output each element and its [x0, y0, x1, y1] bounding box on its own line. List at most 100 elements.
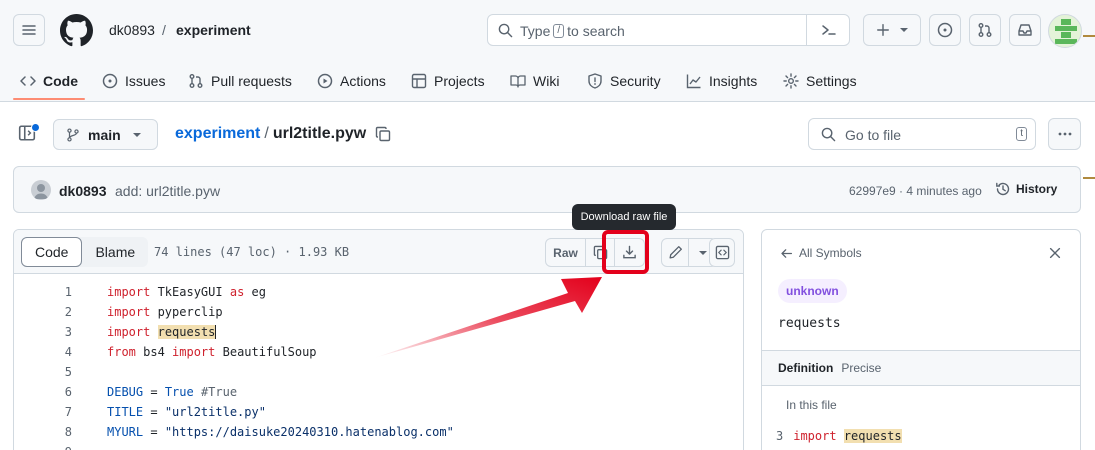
menu-button[interactable] [13, 14, 45, 46]
reference-symbol: requests [843, 429, 902, 443]
code-view-button[interactable]: Code [21, 237, 83, 267]
hamburger-icon [22, 25, 36, 35]
pull-requests-button[interactable] [969, 14, 1001, 46]
tab-wiki[interactable]: Wiki [510, 60, 559, 102]
gear-icon [783, 73, 799, 89]
code-token: eg [244, 285, 266, 299]
issues-button[interactable] [929, 14, 961, 46]
blame-view-button[interactable]: Blame [82, 237, 148, 267]
global-search-input[interactable]: Type / to search [487, 14, 850, 46]
shield-icon [588, 73, 602, 89]
code-token: DEBUG [107, 385, 144, 399]
inbox-button[interactable] [1009, 14, 1041, 46]
breadcrumb-owner[interactable]: dk0893 [109, 22, 155, 38]
person-icon [34, 184, 48, 199]
user-avatar[interactable] [1048, 14, 1082, 48]
breadcrumb-repo[interactable]: experiment [176, 22, 251, 38]
command-palette-button[interactable] [806, 15, 850, 45]
more-options-button[interactable] [1048, 118, 1081, 150]
all-symbols-label: All Symbols [799, 246, 862, 260]
line-number[interactable]: 3 [14, 325, 72, 339]
all-symbols-link[interactable]: All Symbols [780, 246, 862, 260]
tab-pull-requests-label: Pull requests [211, 73, 292, 89]
branch-name: main [88, 126, 121, 143]
code-token: "https://daisuke20240310.hatenablog.com" [164, 425, 454, 439]
edge-decoration [1083, 177, 1095, 179]
in-this-file-label: In this file [786, 398, 837, 412]
close-symbols-button[interactable] [1048, 246, 1062, 260]
pull-request-icon [189, 74, 203, 88]
symbols-panel-button[interactable] [709, 238, 735, 267]
line-source: import TkEasyGUI as eg [107, 285, 266, 299]
edit-file-button[interactable] [662, 239, 689, 266]
triangle-down-icon [900, 28, 908, 32]
tab-insights[interactable]: Insights [686, 60, 757, 102]
line-number[interactable]: 8 [14, 425, 72, 439]
table-icon [411, 73, 427, 89]
search-shortcut-key: / [553, 24, 565, 38]
issue-icon [102, 73, 118, 89]
close-icon [1049, 247, 1061, 259]
commit-message[interactable]: add: url2title.pyw [115, 183, 220, 199]
line-number[interactable]: 1 [14, 285, 72, 299]
commit-author-avatar[interactable] [31, 180, 51, 200]
code-line: 8 MYURL = "https://daisuke20240310.hatena… [14, 422, 743, 442]
tab-code-label: Code [43, 73, 78, 89]
tab-pull-requests[interactable]: Pull requests [188, 60, 292, 102]
tab-settings[interactable]: Settings [783, 60, 857, 102]
edge-decoration [1083, 35, 1095, 37]
code-token: import [172, 345, 216, 359]
tab-security-label: Security [610, 73, 661, 89]
go-to-file-placeholder: Go to file [845, 127, 902, 143]
github-logo[interactable] [60, 14, 93, 47]
tab-security[interactable]: Security [587, 60, 661, 102]
go-to-file-shortcut: t [1016, 127, 1027, 141]
definition-section: Definition Precise [762, 350, 1080, 386]
code-token: requests [157, 325, 217, 339]
tab-actions[interactable]: Actions [317, 60, 386, 102]
path-repo-link[interactable]: experiment [175, 125, 260, 143]
history-button[interactable]: History [995, 181, 1057, 197]
code-token: import [107, 285, 151, 299]
code-line: 6 DEBUG = True #True [14, 382, 743, 402]
code-token: = [143, 425, 165, 439]
graph-icon [686, 74, 701, 89]
path-separator: / [264, 125, 269, 142]
commit-sha-time[interactable]: 62997e9 · 4 minutes ago [849, 184, 982, 198]
file-stats: 74 lines (47 loc) · 1.93 KB [154, 245, 350, 259]
branch-selector[interactable]: main [53, 119, 158, 150]
line-source: DEBUG = True #True [107, 385, 237, 399]
symbol-reference[interactable]: 3 import requests [776, 429, 902, 443]
tab-issues[interactable]: Issues [102, 60, 165, 102]
line-number[interactable]: 4 [14, 345, 72, 359]
line-number[interactable]: 7 [14, 405, 72, 419]
plus-icon [877, 24, 889, 36]
line-number[interactable]: 9 [14, 445, 72, 450]
terminal-icon [821, 25, 836, 35]
arrow-left-icon [781, 248, 793, 258]
code-token: BeautifulSoup [215, 345, 317, 359]
create-new-button[interactable] [863, 14, 921, 46]
copy-path-button[interactable] [375, 126, 391, 142]
code-token: = [143, 405, 165, 419]
code-token: "url2title.py" [164, 405, 266, 419]
issue-opened-icon [937, 22, 953, 38]
line-source: TITLE = "url2title.py" [107, 405, 266, 419]
code-square-icon [715, 245, 729, 260]
code-token: MYURL [107, 425, 144, 439]
view-mode-toggle: Code Blame [21, 237, 149, 267]
line-number[interactable]: 5 [14, 365, 72, 379]
line-number[interactable]: 2 [14, 305, 72, 319]
code-token: as [229, 285, 245, 299]
tab-wiki-label: Wiki [533, 73, 560, 89]
commit-author[interactable]: dk0893 [59, 183, 106, 199]
tab-projects[interactable]: Projects [411, 60, 485, 102]
tab-issues-label: Issues [125, 73, 166, 89]
line-number[interactable]: 6 [14, 385, 72, 399]
line-source: import pyperclip [107, 305, 223, 319]
file-path-breadcrumb: experiment / url2title.pyw [175, 125, 366, 143]
code-token: pyperclip [150, 305, 223, 319]
go-to-file-input[interactable]: Go to file t [808, 118, 1036, 150]
kebab-horizontal-icon [1058, 132, 1071, 136]
tab-code[interactable]: Code [20, 60, 78, 102]
